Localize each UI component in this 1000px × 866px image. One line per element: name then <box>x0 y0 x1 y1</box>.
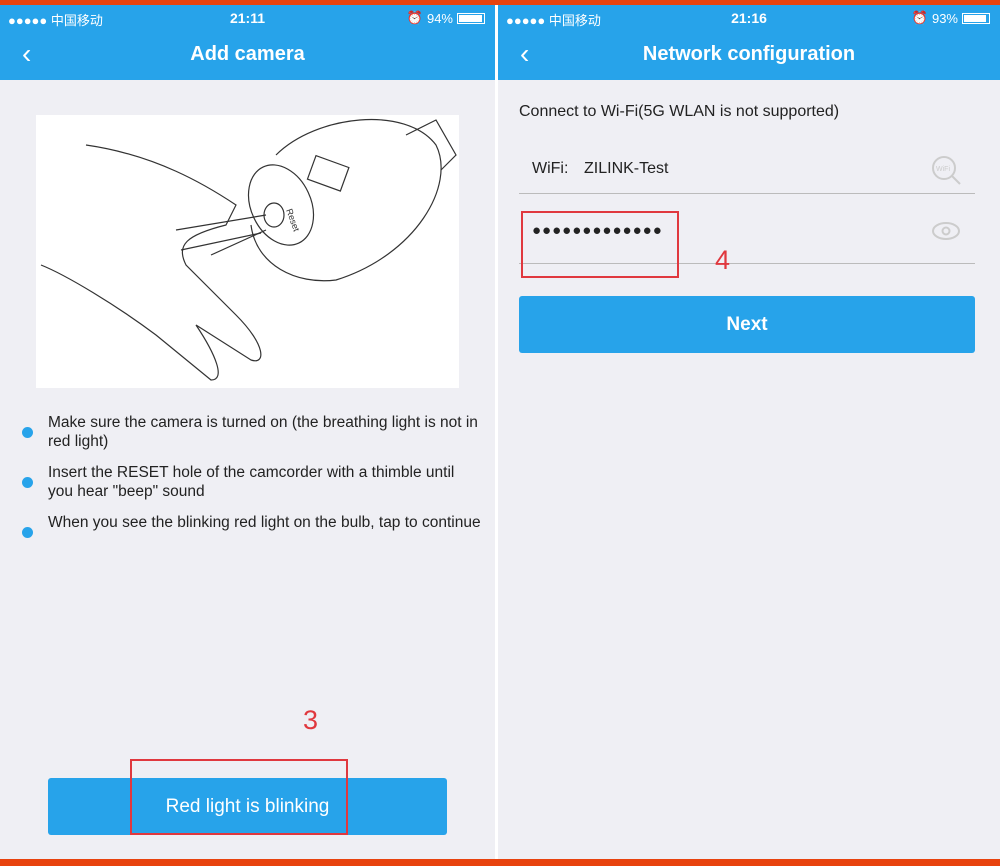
wifi-notice: Connect to Wi-Fi(5G WLAN is not supporte… <box>519 103 840 120</box>
show-password-eye-icon[interactable] <box>931 221 961 241</box>
reset-illustration: Reset <box>36 115 459 388</box>
network-configuration-screen: ●●●●● 中国移动 21:16 ⏰ 93% ‹ Network configur… <box>498 5 1000 859</box>
annotation-box <box>521 211 679 278</box>
wifi-search-icon[interactable]: WiFi <box>931 155 963 187</box>
battery-icon <box>457 12 485 24</box>
battery-percent: 94% <box>426 10 453 26</box>
battery-icon <box>962 12 990 24</box>
bullet-icon <box>22 527 33 538</box>
instruction-item: Insert the RESET hole of the camcorder w… <box>22 463 482 501</box>
battery-percent: 93% <box>931 10 958 26</box>
wifi-name: ZILINK-Test <box>584 160 669 177</box>
status-bar: ●●●●● 中国移动 21:11 ⏰ 94% <box>0 10 495 30</box>
page-title: Network configuration <box>642 43 856 65</box>
nav-header: ●●●●● 中国移动 21:11 ⏰ 94% ‹ Add camera <box>0 5 495 80</box>
alarm-icon: ⏰ <box>406 10 423 25</box>
bullet-icon <box>22 477 33 488</box>
annotation-number: 3 <box>303 705 319 735</box>
alarm-icon: ⏰ <box>911 10 928 25</box>
wifi-row[interactable]: WiFi: ZILINK-Test WiFi <box>519 145 975 194</box>
bottom-frame-bar <box>0 859 1000 866</box>
annotation-number: 4 <box>715 245 731 275</box>
wifi-label: WiFi: <box>532 160 569 177</box>
svg-text:WiFi: WiFi <box>936 166 950 173</box>
battery-status: ⏰ 94% <box>407 10 485 26</box>
battery-status: ⏰ 93% <box>912 10 990 26</box>
status-bar: ●●●●● 中国移动 21:16 ⏰ 93% <box>498 10 1000 30</box>
instruction-item: Make sure the camera is turned on (the b… <box>22 413 482 451</box>
annotation-box <box>130 759 348 835</box>
page-title: Add camera <box>190 43 305 65</box>
nav-header: ●●●●● 中国移动 21:16 ⏰ 93% ‹ Network configur… <box>498 5 1000 80</box>
instruction-item: When you see the blinking red light on t… <box>22 513 482 538</box>
add-camera-screen: ●●●●● 中国移动 21:11 ⏰ 94% ‹ Add camera Reset… <box>0 5 495 859</box>
reset-label: Reset <box>284 207 302 233</box>
bullet-icon <box>22 427 33 438</box>
next-button[interactable]: Next <box>519 296 975 353</box>
instructions-list: Make sure the camera is turned on (the b… <box>22 413 482 550</box>
